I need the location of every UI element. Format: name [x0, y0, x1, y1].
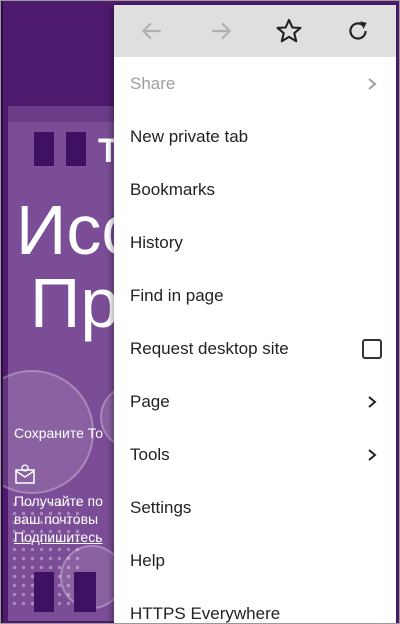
bookmark-button[interactable]	[265, 7, 313, 55]
mail-icon	[14, 463, 36, 485]
newsletter-text-line2: ваш почтовы	[14, 511, 99, 527]
menu-item-share[interactable]: Share	[114, 57, 396, 110]
menu-item-tools[interactable]: Tools	[114, 428, 396, 481]
newsletter-text-line1: Получайте по	[14, 493, 103, 509]
menu-item-page[interactable]: Page	[114, 375, 396, 428]
star-icon	[276, 18, 302, 43]
menu-item-https-everywhere[interactable]: HTTPS Everywhere	[114, 587, 396, 624]
film-hole	[74, 572, 96, 612]
page-left-edge	[0, 0, 3, 624]
menu-item-label: Request desktop site	[130, 338, 289, 358]
menu-item-new-private-tab[interactable]: New private tab	[114, 110, 396, 163]
menu-item-bookmarks[interactable]: Bookmarks	[114, 163, 396, 216]
menu-item-label: History	[130, 232, 183, 252]
chevron-right-icon	[360, 443, 384, 467]
menu-item-label: Bookmarks	[130, 179, 216, 199]
menu-item-label: Share	[130, 73, 176, 93]
forward-button[interactable]	[197, 7, 245, 55]
chevron-right-icon	[360, 72, 384, 96]
menu-item-help[interactable]: Help	[114, 534, 396, 587]
hero-headline-line2: Пр	[30, 264, 120, 342]
menu-item-label: Find in page	[130, 285, 224, 305]
menu-item-find-in-page[interactable]: Find in page	[114, 269, 396, 322]
hero-subtext: Сохраните То	[14, 425, 104, 441]
menu-item-request-desktop-site[interactable]: Request desktop site	[114, 322, 396, 375]
reload-icon	[349, 21, 367, 40]
menu-item-settings[interactable]: Settings	[114, 481, 396, 534]
menu-item-label: Tools	[130, 444, 170, 464]
back-button[interactable]	[128, 7, 176, 55]
film-hole	[34, 572, 54, 612]
chevron-right-icon	[360, 390, 384, 414]
arrow-right-icon	[212, 22, 231, 40]
menu-item-label: Page	[130, 391, 170, 411]
reload-button[interactable]	[334, 7, 382, 55]
menu-item-label: HTTPS Everywhere	[130, 603, 281, 623]
subscribe-link[interactable]: Подпишитесь	[14, 528, 103, 546]
film-hole	[66, 132, 86, 166]
browser-overflow-menu: Share New private tab Bookmarks History …	[114, 5, 396, 624]
menu-item-label: Help	[130, 550, 165, 570]
menu-item-label: Settings	[130, 497, 192, 517]
film-hole	[34, 132, 54, 166]
desktop-site-checkbox[interactable]	[362, 338, 382, 359]
desktop-site-checkbox-wrap[interactable]	[360, 337, 384, 361]
arrow-left-icon	[142, 22, 161, 40]
menu-item-history[interactable]: History	[114, 216, 396, 269]
menu-toolbar	[114, 5, 396, 57]
menu-item-label: New private tab	[130, 126, 249, 146]
